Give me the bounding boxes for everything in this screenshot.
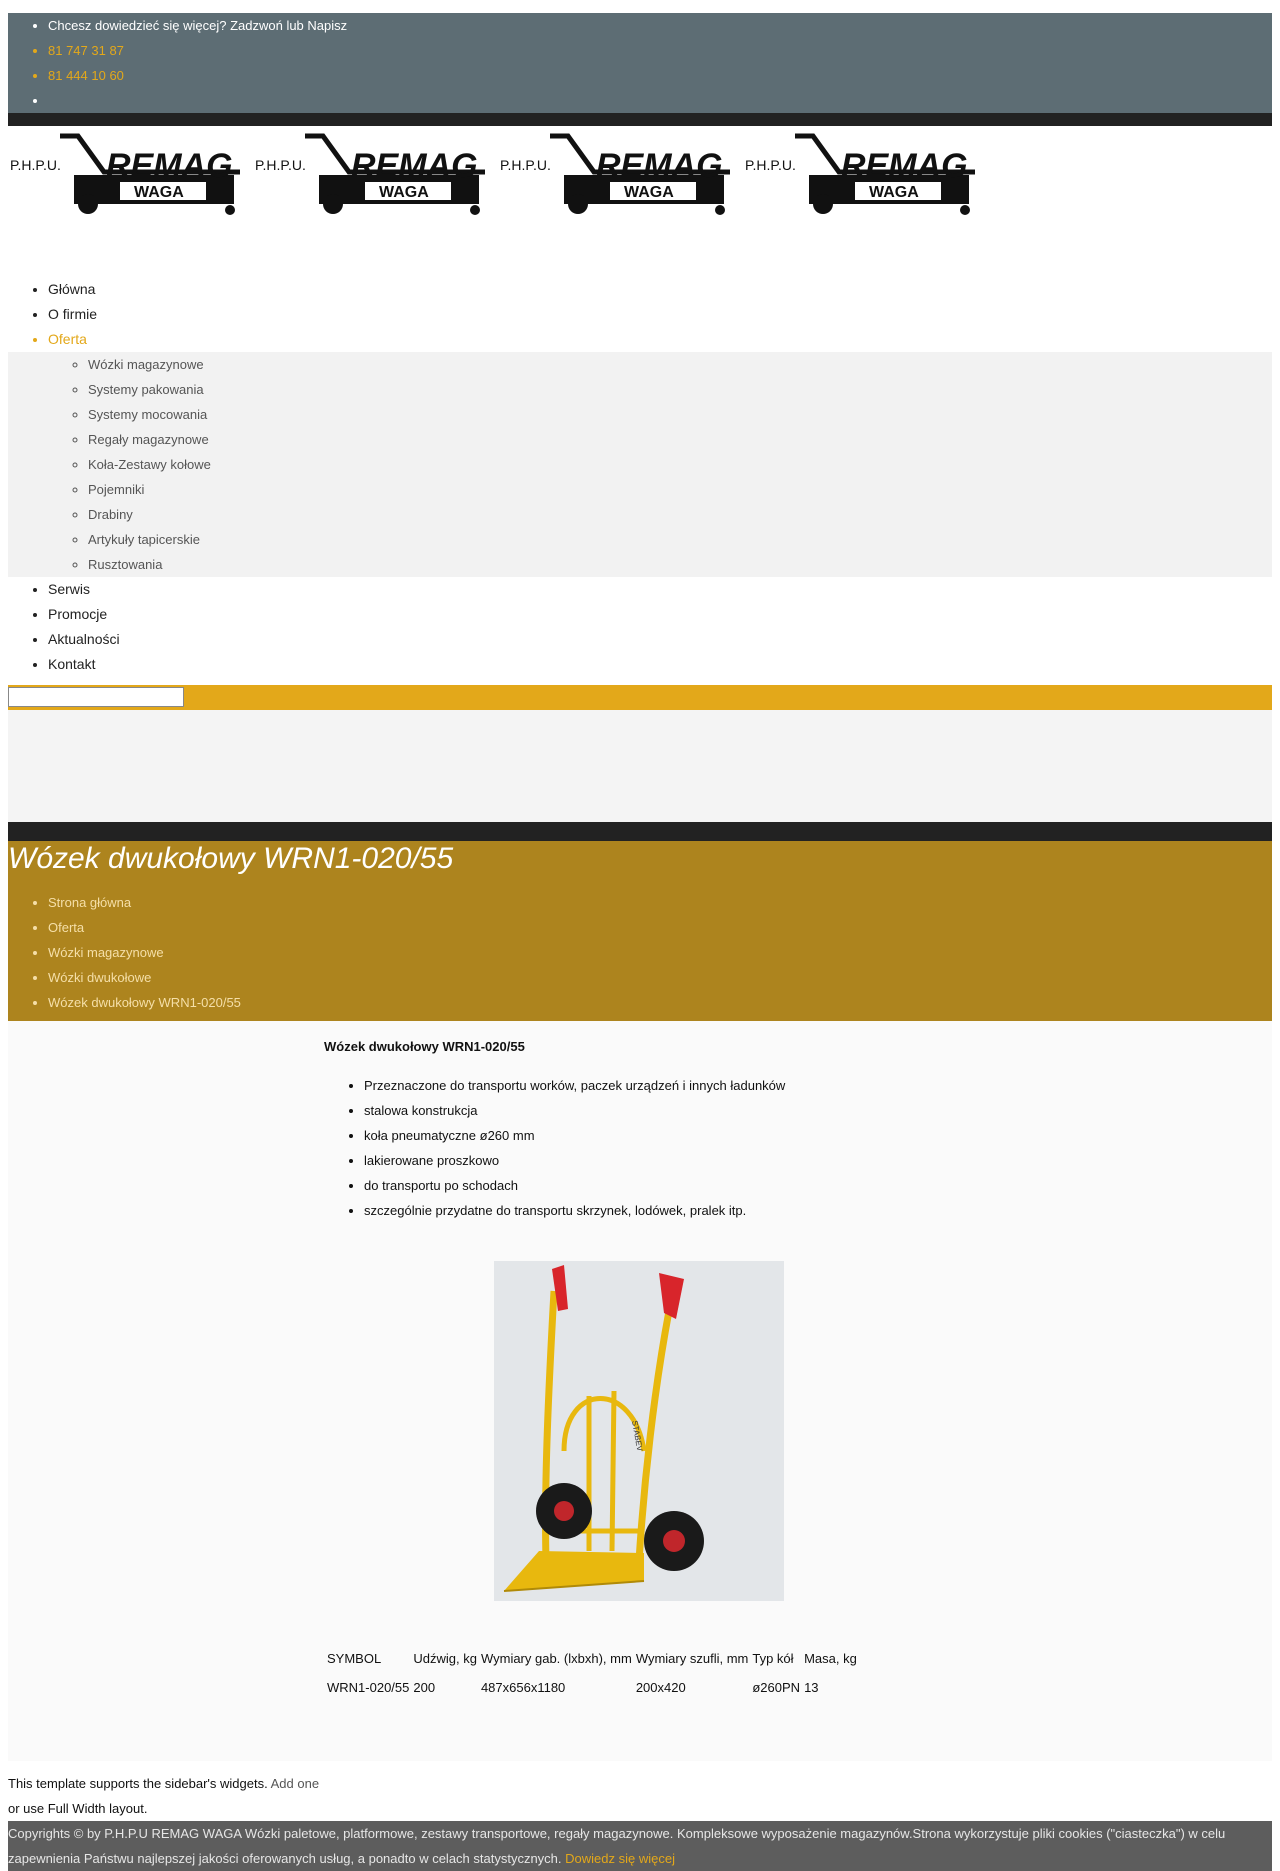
spec-cell: ø260PN bbox=[752, 1680, 801, 1695]
breadcrumb-item[interactable]: Wózki magazynowe bbox=[48, 940, 1272, 965]
svg-text:REMAG: REMAG bbox=[596, 147, 723, 185]
logo[interactable]: P.H.P.U. REMAG WAGA bbox=[8, 130, 246, 216]
nav-item-oferta[interactable]: Oferta Wózki magazynowe Systemy pakowani… bbox=[8, 327, 1272, 577]
product-title: Wózek dwukołowy WRN1-020/55 bbox=[324, 1039, 525, 1054]
main-menu: Główna O firmie Oferta Wózki magazynowe … bbox=[8, 277, 1272, 677]
logo-graphic: P.H.P.U. REMAG WAGA bbox=[745, 133, 975, 215]
page-title: Wózek dwukołowy WRN1-020/55 bbox=[8, 842, 454, 875]
logo[interactable]: P.H.P.U. REMAG WAGA bbox=[498, 130, 736, 216]
spec-header: Wymiary gab. (lxbxh), mm bbox=[480, 1651, 632, 1666]
breadcrumb-item[interactable]: Wózki dwukołowe bbox=[48, 965, 1272, 990]
breadcrumb-item[interactable]: Strona główna bbox=[48, 890, 1272, 915]
spec-header: Udźwig, kg bbox=[413, 1651, 477, 1666]
svg-text:P.H.P.U.: P.H.P.U. bbox=[255, 157, 306, 173]
product-image: STABEV bbox=[494, 1261, 784, 1601]
feature-item: stalowa konstrukcja bbox=[364, 1098, 785, 1123]
nav-item-glowna[interactable]: Główna bbox=[48, 277, 1272, 302]
nav-item-oferta-label[interactable]: Oferta bbox=[48, 331, 87, 347]
spec-header: Masa, kg bbox=[804, 1651, 857, 1666]
sidebar-note-text-2: or use Full Width layout. bbox=[8, 1801, 148, 1816]
submenu-item-mocowania[interactable]: Systemy mocowania bbox=[88, 402, 1272, 427]
slider-placeholder bbox=[8, 710, 1272, 822]
submenu-item-drabiny[interactable]: Drabiny bbox=[88, 502, 1272, 527]
search-bar bbox=[8, 685, 1272, 710]
nav-item-serwis[interactable]: Serwis bbox=[48, 577, 1272, 602]
spec-table: SYMBOL Udźwig, kg Wymiary gab. (lxbxh), … bbox=[324, 1643, 860, 1703]
phone-link-1[interactable]: 81 747 31 87 bbox=[48, 39, 1272, 64]
svg-text:REMAG: REMAG bbox=[106, 147, 233, 185]
contact-empty-item bbox=[48, 89, 1272, 114]
logo[interactable]: P.H.P.U. REMAG WAGA bbox=[253, 130, 491, 216]
nav-item-aktualnosci[interactable]: Aktualności bbox=[48, 627, 1272, 652]
contact-tagline: Chcesz dowiedzieć się więcej? Zadzwoń lu… bbox=[48, 14, 1272, 39]
svg-text:WAGA: WAGA bbox=[624, 184, 674, 201]
logo-graphic: P.H.P.U. REMAG WAGA bbox=[255, 133, 485, 215]
feature-item: Przeznaczone do transportu worków, pacze… bbox=[364, 1073, 785, 1098]
spec-cell: WRN1-020/55 bbox=[327, 1680, 410, 1695]
nav-item-promocje[interactable]: Promocje bbox=[48, 602, 1272, 627]
svg-text:WAGA: WAGA bbox=[869, 184, 919, 201]
svg-text:REMAG: REMAG bbox=[351, 147, 478, 185]
breadcrumb-item-current: Wózek dwukołowy WRN1-020/55 bbox=[48, 990, 1272, 1015]
content-area: Wózek dwukołowy WRN1-020/55 Przeznaczone… bbox=[8, 1021, 1272, 1761]
submenu-item-regaly[interactable]: Regały magazynowe bbox=[88, 427, 1272, 452]
submenu-item-rusztowania[interactable]: Rusztowania bbox=[88, 552, 1272, 577]
phone-link-2[interactable]: 81 444 10 60 bbox=[48, 64, 1272, 89]
sidebar-widget-note: This template supports the sidebar's wid… bbox=[8, 1771, 1272, 1821]
contact-list: Chcesz dowiedzieć się więcej? Zadzwoń lu… bbox=[8, 14, 1272, 114]
svg-text:WAGA: WAGA bbox=[379, 184, 429, 201]
add-widget-link[interactable]: Add one bbox=[271, 1776, 319, 1791]
sidebar-note-line: This template supports the sidebar's wid… bbox=[8, 1771, 1272, 1796]
svg-text:WAGA: WAGA bbox=[134, 184, 184, 201]
logo-row: P.H.P.U. REMAG WAGA P.H.P.U. REMAG WAGA bbox=[8, 126, 1272, 222]
spec-row: WRN1-020/55 200 487x656x1180 200x420 ø26… bbox=[326, 1674, 858, 1701]
logo-graphic: P.H.P.U. REMAG WAGA bbox=[10, 133, 240, 215]
spec-cell: 200 bbox=[413, 1680, 436, 1695]
spec-header: Wymiary szufli, mm bbox=[635, 1651, 749, 1666]
hand-truck-image: STABEV bbox=[494, 1261, 784, 1601]
submenu-item-pakowania[interactable]: Systemy pakowania bbox=[88, 377, 1272, 402]
svg-text:P.H.P.U.: P.H.P.U. bbox=[745, 157, 796, 173]
nav-item-o-firmie[interactable]: O firmie bbox=[48, 302, 1272, 327]
submenu-item-kola[interactable]: Koła-Zestawy kołowe bbox=[88, 452, 1272, 477]
contact-bar: Chcesz dowiedzieć się więcej? Zadzwoń lu… bbox=[8, 13, 1272, 113]
svg-text:REMAG: REMAG bbox=[841, 147, 968, 185]
spec-cell: 200x420 bbox=[635, 1680, 686, 1695]
search-input[interactable] bbox=[8, 687, 184, 707]
main-nav: Główna O firmie Oferta Wózki magazynowe … bbox=[8, 277, 1272, 677]
nav-item-kontakt[interactable]: Kontakt bbox=[48, 652, 1272, 677]
page-header: Wózek dwukołowy WRN1-020/55 Strona główn… bbox=[8, 841, 1272, 1021]
spec-header-row: SYMBOL Udźwig, kg Wymiary gab. (lxbxh), … bbox=[326, 1645, 858, 1672]
spec-header: Typ kół bbox=[752, 1651, 794, 1666]
submenu-item-pojemniki[interactable]: Pojemniki bbox=[88, 477, 1272, 502]
logo[interactable]: P.H.P.U. REMAG WAGA bbox=[743, 130, 981, 216]
divider-strip bbox=[8, 113, 1272, 126]
breadcrumb: Strona główna Oferta Wózki magazynowe Wó… bbox=[8, 890, 1272, 1015]
feature-item: lakierowane proszkowo bbox=[364, 1148, 785, 1173]
submenu-oferta: Wózki magazynowe Systemy pakowania Syste… bbox=[8, 352, 1272, 577]
footer: Copyrights © by P.H.P.U REMAG WAGA Wózki… bbox=[8, 1821, 1272, 1871]
sidebar-note-text: This template supports the sidebar's wid… bbox=[8, 1776, 268, 1791]
spec-header: SYMBOL bbox=[327, 1651, 382, 1666]
feature-item: do transportu po schodach bbox=[364, 1173, 785, 1198]
cookie-more-link[interactable]: Dowiedz się więcej bbox=[565, 1851, 675, 1866]
spec-cell: 487x656x1180 bbox=[480, 1680, 566, 1695]
submenu-item-wozki[interactable]: Wózki magazynowe bbox=[88, 352, 1272, 377]
svg-text:P.H.P.U.: P.H.P.U. bbox=[10, 157, 61, 173]
page: Chcesz dowiedzieć się więcej? Zadzwoń lu… bbox=[8, 13, 1272, 1871]
divider-strip bbox=[8, 822, 1272, 841]
spec-cell: 13 bbox=[804, 1680, 819, 1695]
submenu-item-tapicerskie[interactable]: Artykuły tapicerskie bbox=[88, 527, 1272, 552]
feature-item: koła pneumatyczne ø260 mm bbox=[364, 1123, 785, 1148]
svg-text:P.H.P.U.: P.H.P.U. bbox=[500, 157, 551, 173]
feature-item: szczególnie przydatne do transportu skrz… bbox=[364, 1198, 785, 1223]
feature-list: Przeznaczone do transportu worków, pacze… bbox=[324, 1073, 785, 1223]
logo-graphic: P.H.P.U. REMAG WAGA bbox=[500, 133, 730, 215]
breadcrumb-item[interactable]: Oferta bbox=[48, 915, 1272, 940]
